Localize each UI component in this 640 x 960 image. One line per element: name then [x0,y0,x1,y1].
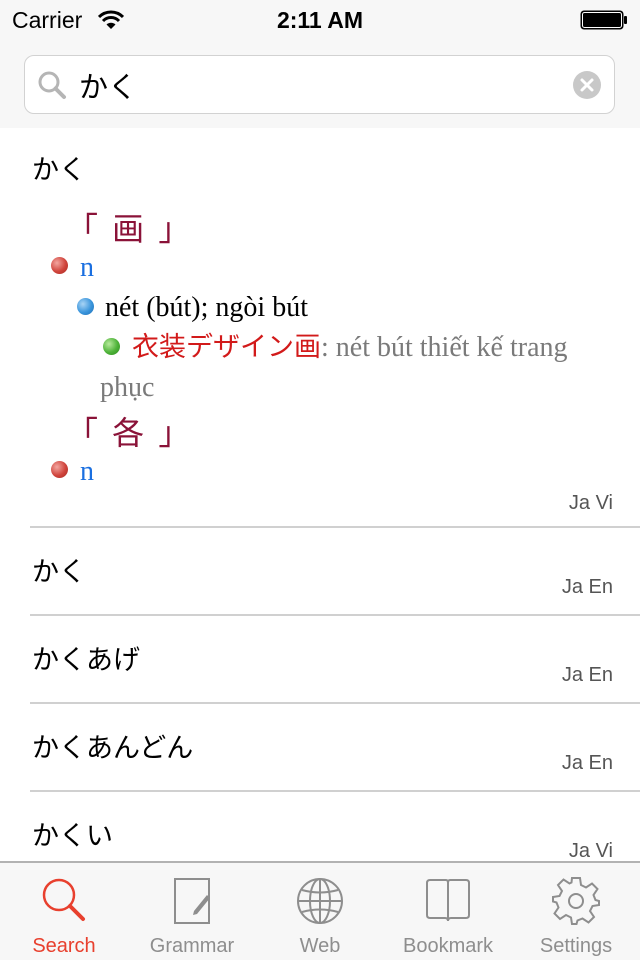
result-row[interactable]: かくあげ Ja En [0,616,640,704]
pos-bullet-icon [51,257,68,274]
globe-icon [297,878,343,924]
part-of-speech: n [80,252,94,283]
book-icon [426,879,470,922]
wifi-icon [98,10,124,29]
search-icon [38,71,66,99]
search-field[interactable] [24,55,615,114]
result-word: かくい [32,821,113,852]
tab-bar: Search Grammar Web Bookmark Settings [0,861,640,960]
search-input[interactable] [79,64,559,106]
tab-label: Search [32,935,96,957]
search-header [0,40,640,128]
result-row[interactable]: かく 「 画 」 n nét (bút); ngòi bút 衣装デザイン画: … [0,128,640,528]
clear-button[interactable] [573,71,601,99]
tab-settings[interactable]: Settings [512,863,640,960]
pos-bullet-icon [51,461,68,478]
tab-label: Bookmark [402,935,494,957]
status-bar: Carrier 2:11 AM [0,0,640,40]
result-word: かくあんどん [32,733,194,764]
tab-label: Web [299,935,341,957]
result-language: Ja En [561,664,613,686]
results-list[interactable]: かく 「 画 」 n nét (bút); ngòi bút 衣装デザイン画: … [0,128,640,861]
kanji-heading: 「 各 」 [66,414,193,452]
note-pencil-icon [174,878,210,924]
battery-full-icon [580,10,627,30]
result-word: かく [32,155,86,186]
example-japanese: 衣装デザイン画 [132,332,321,363]
result-row[interactable]: かくい Ja Vi [0,792,640,861]
search-icon [42,878,85,921]
gear-icon [552,877,600,925]
tab-label: Settings [539,935,613,957]
status-time: 2:11 AM [276,7,364,33]
result-row[interactable]: かくあんどん Ja En [0,704,640,792]
part-of-speech: n [80,456,94,487]
result-language: Ja En [561,752,613,774]
tab-web[interactable]: Web [256,863,384,960]
meaning-text: nét (bút); ngòi bút [105,292,308,323]
example-text: 衣装デザイン画: nét bút thiết kế trang phục [100,328,600,408]
tab-grammar[interactable]: Grammar [128,863,256,960]
result-language: Ja Vi [568,492,613,514]
meaning-bullet-icon [77,298,94,315]
result-language: Ja En [561,576,613,598]
result-word: かくあげ [32,645,140,676]
kanji-heading: 「 画 」 [66,210,193,248]
tab-search[interactable]: Search [0,863,128,960]
carrier-label: Carrier [12,7,83,33]
result-row[interactable]: かく Ja En [0,528,640,616]
clear-icon [580,78,594,92]
result-word: かく [32,557,86,588]
result-language: Ja Vi [568,840,613,861]
tab-label: Grammar [149,935,235,957]
tab-bookmark[interactable]: Bookmark [384,863,512,960]
